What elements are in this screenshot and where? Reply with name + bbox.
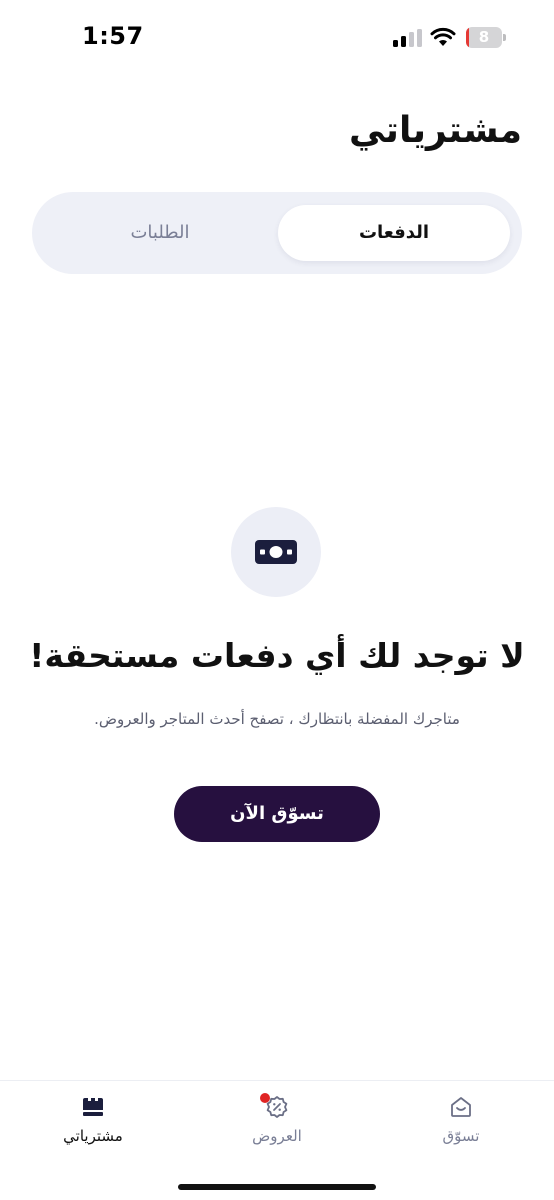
tab-payments[interactable]: الدفعات: [278, 205, 510, 261]
notification-dot: [260, 1093, 270, 1103]
nav-label-purchases: مشترياتي: [63, 1127, 123, 1145]
nav-item-purchases[interactable]: مشترياتي: [38, 1095, 148, 1155]
purchases-icon: [83, 1098, 103, 1116]
home-indicator: [178, 1184, 376, 1190]
empty-state-subtitle: متاجرك المفضلة بانتظارك ، تصفح أحدث المت…: [94, 710, 460, 728]
shop-home-icon: [451, 1097, 471, 1117]
segmented-tabs: الدفعات الطلبات: [32, 192, 522, 274]
nav-item-offers[interactable]: العروض: [222, 1093, 332, 1155]
cellular-signal-icon: [393, 29, 422, 47]
empty-state-title: لا توجد لك أي دفعات مستحقة!: [29, 636, 525, 675]
nav-label-offers: العروض: [252, 1127, 302, 1145]
status-bar: 1:57 8: [0, 0, 554, 78]
nav-item-shop[interactable]: تسوّق: [406, 1095, 516, 1155]
battery-level: 8: [478, 28, 490, 46]
nav-label-shop: تسوّق: [442, 1127, 480, 1145]
bottom-nav: مشترياتي العروض تسوّق: [0, 1080, 554, 1200]
empty-state-icon-circle: [231, 507, 321, 597]
shop-now-button[interactable]: تسوّق الآن: [174, 786, 380, 842]
tab-orders[interactable]: الطلبات: [44, 205, 276, 261]
page-title: مشترياتي: [349, 110, 522, 151]
wifi-icon: [430, 27, 456, 46]
status-time: 1:57: [82, 22, 144, 50]
battery-icon: 8: [466, 27, 506, 48]
money-icon: [255, 540, 297, 564]
